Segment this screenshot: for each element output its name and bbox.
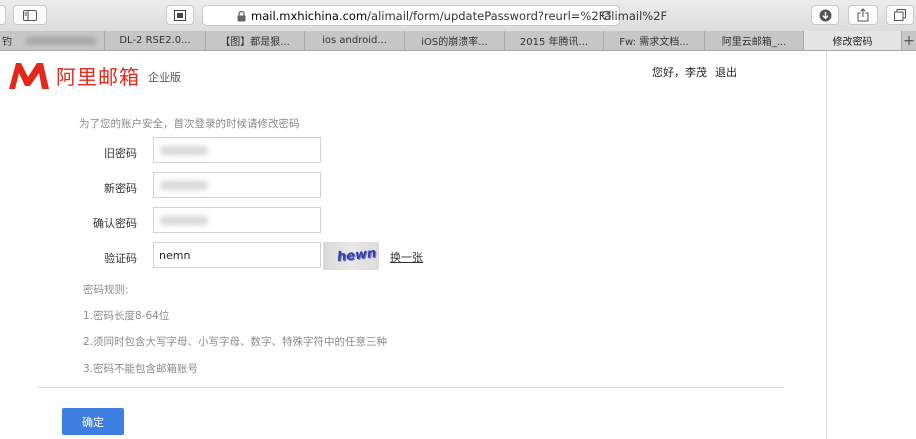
tab-aliyun-mail[interactable]: 阿里云邮箱_... (705, 31, 804, 50)
masked-value (160, 181, 208, 190)
reader-button[interactable] (166, 5, 194, 25)
tab-label: 钓 (2, 37, 12, 48)
reader-icon (174, 9, 186, 21)
tab-fw-requirements[interactable]: Fw: 需求文档... (604, 31, 705, 50)
plus-icon: + (903, 32, 915, 49)
blurred-tab-title (26, 36, 96, 45)
refresh-captcha-link[interactable]: 换一张 (390, 249, 423, 265)
downloads-button[interactable] (811, 5, 839, 25)
tab-bar: 钓 DL-2 RSE2.0... 【图】都是狠... ios android..… (0, 31, 916, 51)
share-button[interactable] (848, 5, 878, 25)
tabs-overview-button[interactable] (886, 5, 914, 25)
address-bar[interactable]: mail.mxhichina.com/alimail/form/updatePa… (202, 5, 667, 26)
confirm-button[interactable]: 确定 (62, 408, 124, 435)
rule-length: 1.密码长度8-64位 (83, 310, 170, 322)
confirm-password-label: 确认密码 (93, 217, 137, 230)
captcha-label: 验证码 (104, 252, 137, 265)
reload-icon[interactable] (600, 9, 613, 22)
captcha-image[interactable]: hewn (323, 242, 379, 270)
captcha-value: nemn (159, 249, 191, 262)
tab-tencent[interactable]: 2015 年腾讯... (505, 31, 604, 50)
browser-toolbar: mail.mxhichina.com/alimail/form/updatePa… (0, 0, 916, 32)
logo: 阿里邮箱 企业版 (8, 61, 181, 90)
url-domain: mail.mxhichina.com (251, 9, 368, 23)
tab-ios-android[interactable]: ios android... (305, 31, 405, 50)
captcha-image-text: hewn (336, 245, 378, 266)
download-icon (819, 9, 831, 21)
tab-ios-crash[interactable]: iOS的崩溃率... (405, 31, 505, 50)
rule-no-account: 3.密码不能包含邮箱账号 (83, 363, 199, 375)
confirm-password-input[interactable] (153, 207, 321, 233)
page-content: 阿里邮箱 企业版 您好，李茂 退出 为了您的账户安全，首次登录的时候请修改密码 旧… (0, 51, 916, 439)
tab-image[interactable]: 【图】都是狠... (206, 31, 305, 50)
old-password-input[interactable] (153, 137, 321, 163)
url-path: /alimail/form/updatePassword?reurl=%2Fal… (367, 9, 668, 23)
sidebar-icon (23, 9, 37, 21)
security-notice: 为了您的账户安全，首次登录的时候请修改密码 (79, 118, 300, 130)
logo-text: 阿里邮箱 (56, 65, 140, 89)
tab-change-password[interactable]: 修改密码 (804, 31, 902, 50)
sidebar-toggle-button[interactable] (13, 5, 47, 25)
edition-label: 企业版 (148, 70, 181, 84)
tab-blurred[interactable]: 钓 (0, 31, 105, 50)
new-password-input[interactable] (153, 172, 321, 198)
masked-value (160, 146, 208, 155)
masked-value (160, 216, 208, 225)
alimail-logo-icon (9, 62, 49, 89)
right-pane (826, 51, 916, 439)
lock-icon (237, 11, 246, 22)
logout-link[interactable]: 退出 (715, 66, 737, 79)
share-icon (857, 8, 869, 22)
tabs-icon (894, 9, 906, 21)
old-password-label: 旧密码 (104, 147, 137, 160)
captcha-input[interactable]: nemn (153, 242, 321, 268)
tab-dl2[interactable]: DL-2 RSE2.0... (105, 31, 206, 50)
new-tab-button[interactable]: + (902, 31, 916, 50)
user-greeting: 您好，李茂 退出 (652, 64, 737, 80)
new-password-label: 新密码 (104, 182, 137, 195)
divider (38, 387, 784, 388)
back-button[interactable] (0, 5, 6, 25)
rules-title: 密码规则: (83, 284, 129, 296)
greeting-text: 您好，李茂 (652, 66, 707, 79)
rule-character-types: 2.须同时包含大写字母、小写字母、数字、特殊字符中的任意三种 (83, 336, 388, 348)
